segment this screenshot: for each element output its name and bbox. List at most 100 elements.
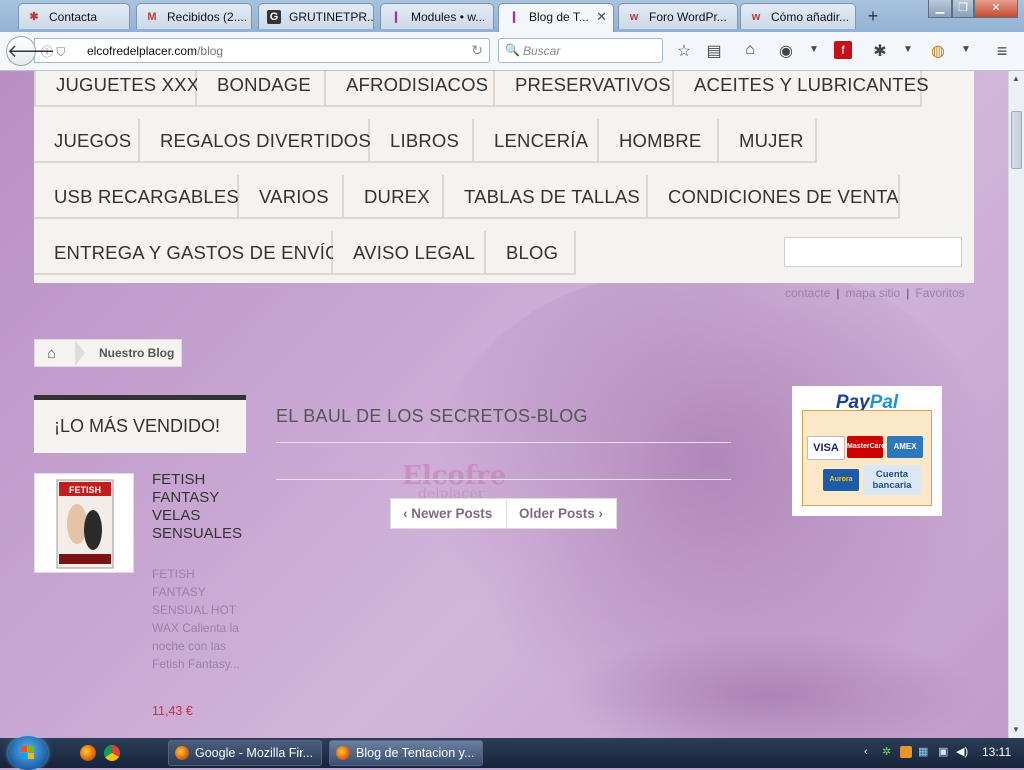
contact-link[interactable]: contacte: [785, 286, 830, 300]
product-name[interactable]: FETISH FANTASY VELAS SENSUALES: [152, 471, 246, 543]
tray-expand-icon[interactable]: ‹: [864, 746, 876, 758]
windows-taskbar: Google - Mozilla Fir... Blog de Tentacio…: [0, 736, 1024, 770]
home-icon[interactable]: ⌂: [740, 41, 760, 59]
menu-item-bondage[interactable]: BONDAGE: [197, 71, 326, 107]
menu-item-aviso-legal[interactable]: AVISO LEGAL: [333, 231, 486, 275]
firefox-icon: [336, 746, 350, 760]
menu-item-lenceria[interactable]: LENCERÍA: [474, 119, 599, 163]
search-bar[interactable]: 🔍 Buscar: [498, 38, 663, 63]
menu-item-varios[interactable]: VARIOS: [239, 175, 344, 219]
back-button[interactable]: 🡐: [6, 36, 55, 66]
amex-card: AMEX: [887, 436, 923, 458]
minimize-button[interactable]: ▁: [928, 0, 952, 18]
firefox-quicklaunch-icon[interactable]: [80, 745, 96, 761]
divider-bottom: [276, 479, 731, 480]
breadcrumb-current: Nuestro Blog: [99, 346, 175, 360]
network-icon[interactable]: ▣: [938, 746, 950, 758]
menu-item-juguetes[interactable]: JUGUETES XXX: [34, 71, 199, 107]
close-tab-icon[interactable]: ✕: [596, 9, 607, 25]
menu-item-blog[interactable]: BLOG: [486, 231, 576, 275]
tab-foro-wordpress[interactable]: w Foro WordPr...: [618, 3, 738, 29]
older-posts-button[interactable]: Older Posts ›: [519, 499, 603, 528]
extension3-icon[interactable]: ◍: [928, 41, 948, 61]
start-button[interactable]: [8, 736, 48, 770]
url-bar[interactable]: ⓘ ⛉ elcofredelplacer.com/blog ↻: [34, 38, 490, 63]
payment-methods-box: VISA MasterCard AMEX Aurora Cuenta banca…: [802, 410, 932, 506]
close-window-button[interactable]: ✕: [974, 0, 1018, 18]
extension2-icon[interactable]: ✱: [870, 41, 890, 61]
pager-divider: [506, 499, 507, 528]
reload-icon[interactable]: ↻: [471, 42, 483, 59]
menu-item-regalos[interactable]: REGALOS DIVERTIDOS: [140, 119, 371, 163]
new-tab-button[interactable]: +: [862, 5, 884, 27]
menu-item-condiciones[interactable]: CONDICIONES DE VENTA: [648, 175, 900, 219]
bookmark-star-icon[interactable]: ☆: [674, 41, 694, 61]
menu-item-durex[interactable]: DUREX: [344, 175, 444, 219]
menu-item-libros[interactable]: LIBROS: [370, 119, 474, 163]
chrome-quicklaunch-icon[interactable]: [104, 745, 120, 761]
dropdown2-icon[interactable]: ▼: [898, 44, 918, 55]
sitemap-link[interactable]: mapa sitio: [846, 286, 901, 300]
maximize-button[interactable]: ❐: [952, 0, 974, 18]
site-search-input[interactable]: [784, 237, 962, 267]
tray-app-icon[interactable]: ✲: [882, 746, 894, 758]
menu-item-entrega[interactable]: ENTREGA Y GASTOS DE ENVÍO: [34, 231, 339, 275]
menu-item-mujer[interactable]: MUJER: [719, 119, 817, 163]
paypal-badge[interactable]: PayPal VISA MasterCard AMEX Aurora Cuent…: [792, 386, 942, 516]
visa-card: VISA: [807, 436, 845, 460]
clock[interactable]: 13:11: [982, 745, 1011, 759]
tray-app3-icon[interactable]: ▦: [918, 746, 930, 758]
chevron-left-icon: ‹: [403, 506, 412, 521]
url-text: elcofredelplacer.com/blog: [87, 44, 224, 58]
menu-item-preservativos[interactable]: PRESERVATIVOS: [495, 71, 674, 107]
gear-icon: ✱: [29, 11, 39, 23]
taskbar-item-blog[interactable]: Blog de Tentacion y...: [329, 740, 483, 766]
menu-item-aceites[interactable]: ACEITES Y LUBRICANTES: [674, 71, 929, 107]
search-placeholder: Buscar: [523, 44, 561, 58]
g-icon: G: [267, 10, 281, 24]
product-image[interactable]: FETISH: [34, 473, 134, 573]
best-sellers-header: ¡LO MÁS VENDIDO!: [34, 395, 246, 453]
product-image-label: FETISH: [69, 485, 101, 495]
scroll-thumb[interactable]: [1011, 111, 1022, 169]
tab-como-anadir[interactable]: w Cómo añadir...: [740, 3, 856, 29]
best-sellers-title: ¡LO MÁS VENDIDO!: [54, 416, 221, 436]
favorites-link[interactable]: Favoritos: [915, 286, 964, 300]
menu-item-juegos[interactable]: JUEGOS: [34, 119, 140, 163]
scroll-down-icon[interactable]: ▼: [1012, 725, 1020, 734]
tab-blog-active[interactable]: ❙ Blog de T... ✕: [498, 3, 614, 32]
page-scrollbar[interactable]: ▲ ▼: [1008, 71, 1024, 738]
pagination: ‹ Newer Posts Older Posts ›: [390, 498, 617, 529]
firefox-icon: [175, 746, 189, 760]
window-controls: ▁ ❐ ✕: [928, 0, 1018, 18]
scroll-up-icon[interactable]: ▲: [1012, 74, 1020, 83]
divider-top: [276, 442, 731, 443]
extension-icon[interactable]: ◉: [776, 41, 796, 61]
chevron-right-icon: ›: [594, 506, 604, 521]
product-price: 11,43 €: [152, 704, 193, 718]
gmail-icon: M: [147, 11, 157, 23]
taskbar-item-google[interactable]: Google - Mozilla Fir...: [168, 740, 322, 766]
menu-item-tablas[interactable]: TABLAS DE TALLAS: [444, 175, 648, 219]
dropdown3-icon[interactable]: ▼: [956, 44, 976, 55]
blog-title: EL BAUL DE LOS SECRETOS-BLOG: [276, 406, 588, 426]
tab-contacta[interactable]: ✱ Contacta: [18, 3, 130, 29]
dropdown-icon[interactable]: ▼: [804, 44, 824, 55]
newer-posts-button[interactable]: ‹ Newer Posts: [403, 499, 492, 528]
menu-item-afrodisiacos[interactable]: AFRODISIACOS: [326, 71, 495, 107]
tab-recibidos[interactable]: M Recibidos (2....: [136, 3, 252, 29]
w-icon: w: [751, 11, 761, 23]
tray-app2-icon[interactable]: [900, 746, 912, 758]
breadcrumb-separator: [75, 340, 85, 366]
flash-icon[interactable]: f: [834, 41, 852, 59]
menu-item-usb[interactable]: USB RECARGABLES: [34, 175, 239, 219]
menu-item-hombre[interactable]: HOMBRE: [599, 119, 719, 163]
reading-list-icon[interactable]: ▤: [704, 41, 724, 61]
windows-flag-icon: [21, 746, 34, 759]
tab-modules[interactable]: ❙ Modules • w...: [380, 3, 494, 29]
menu-hamburger-icon[interactable]: ≡: [992, 41, 1012, 62]
tab-grutinet[interactable]: G GRUTINETPR...: [258, 3, 374, 29]
volume-icon[interactable]: ◀): [956, 746, 968, 758]
mastercard-card: MasterCard: [847, 436, 886, 458]
home-icon[interactable]: ⌂: [47, 345, 56, 362]
